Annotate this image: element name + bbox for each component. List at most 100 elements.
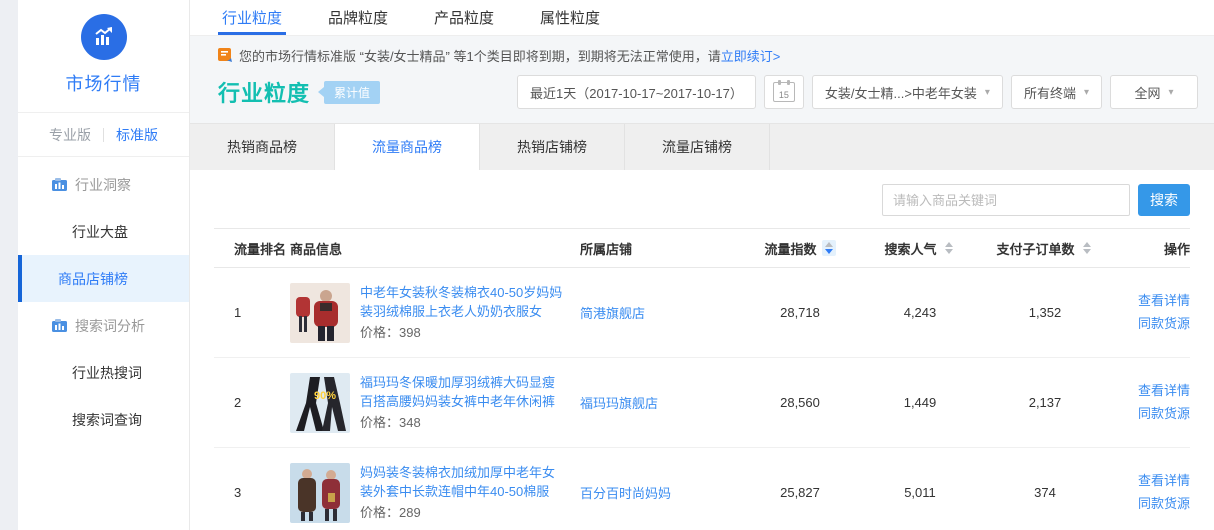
ranking-card: 搜索 流量排名 商品信息 所属店铺 流量指数 搜索人气 支付子订单数 操 [190,170,1214,530]
tab-brand-granularity[interactable]: 品牌粒度 [328,0,388,35]
traffic-index-value: 28,718 [780,305,820,320]
tab-attribute-granularity[interactable]: 属性粒度 [540,0,600,35]
calendar-picker-button[interactable]: 15 [763,75,804,109]
sidebar-item-search-word-query[interactable]: 搜索词查询 [18,396,189,443]
market-chart-logo-icon [80,14,127,60]
sidebar-item-industry-hot-words[interactable]: 行业热搜词 [18,349,189,396]
search-bar: 搜索 [214,170,1190,228]
industry-insight-icon [52,177,67,192]
ranking-tabs: 热销商品榜 流量商品榜 热销店铺榜 流量店铺榜 [190,123,1214,170]
sidebar-item-label: 商品店铺榜 [58,270,128,287]
sidebar-item-label: 行业洞察 [75,176,131,193]
app-title: 市场行情 [65,74,142,94]
product-title-link[interactable]: 中老年女装秋冬装棉衣40-50岁妈妈装羽绒棉服上衣老人奶奶衣服女 [360,284,566,322]
table-row: 3 妈妈装冬装棉衣加绒加厚中老年女装外套中长款连帽中年40-50棉服 价格：28… [214,448,1190,530]
tab-traffic-product-rank[interactable]: 流量商品榜 [335,124,480,170]
tab-hot-product-rank[interactable]: 热销商品榜 [190,124,335,170]
same-supply-link[interactable]: 同款货源 [1105,493,1190,515]
paid-sub-orders-value: 1,352 [1028,305,1062,320]
product-title-link[interactable]: 妈妈装冬装棉衣加绒加厚中老年女装外套中长款连帽中年40-50棉服 [360,464,566,502]
sidebar-item-industry-insight[interactable]: 行业洞察 [18,161,189,208]
sidebar-item-search-word-analysis[interactable]: 搜索词分析 [18,302,189,349]
shop-link[interactable]: 百分百时尚妈妈 [580,483,745,502]
sort-search-popularity-icon[interactable] [942,240,956,256]
tab-industry-granularity[interactable]: 行业粒度 [217,0,287,35]
rank-cell: 1 [234,305,242,320]
operation-cell: 查看详情 同款货源 [1105,290,1190,334]
product-thumbnail[interactable] [290,282,350,343]
sidebar-item-label: 行业大盘 [72,223,128,240]
operation-cell: 查看详情 同款货源 [1105,380,1190,424]
col-operation: 操作 [1163,241,1190,257]
network-select[interactable]: 全网 ▾ [1110,75,1198,109]
shop-link[interactable]: 福玛玛旗舰店 [580,393,745,412]
page-title: 行业粒度 [218,81,311,106]
chevron-down-icon: ▾ [1083,86,1089,98]
chevron-down-icon: ▾ [1168,86,1174,98]
page-header: 行业粒度 累计值 最近1天（2017-10-17~2017-10-17） 15 … [190,67,1214,121]
paid-sub-orders-value: 2,137 [1028,395,1062,410]
sidebar-item-label: 行业热搜词 [72,364,142,381]
version-switcher: 专业版 标准版 [18,113,189,157]
search-popularity-value: 1,449 [903,395,937,410]
sidebar-item-product-shop-rank[interactable]: 商品店铺榜 [18,255,189,302]
sort-traffic-index-icon[interactable] [821,240,836,256]
col-traffic-index[interactable]: 流量指数 [745,239,855,258]
tab-product-granularity[interactable]: 产品粒度 [434,0,494,35]
rank-cell: 3 [234,485,242,500]
chevron-down-icon: ▾ [984,86,990,98]
cumulative-value-badge: 累计值 [318,80,381,104]
view-detail-link[interactable]: 查看详情 [1105,380,1190,402]
app-window: 市场行情 专业版 标准版 行业洞察 行业大盘 商品店铺榜 搜索词分析 行业热搜词… [0,0,1214,530]
search-popularity-value: 5,011 [904,485,936,500]
table-header: 流量排名 商品信息 所属店铺 流量指数 搜索人气 支付子订单数 操作 [214,228,1190,268]
product-price: 价格：348 [360,414,421,430]
view-detail-link[interactable]: 查看详情 [1105,290,1190,312]
notice-document-icon [218,48,233,63]
table-row: 2 90% 福玛玛冬保暖加厚羽绒裤大码显瘦百搭高腰妈妈装女裤中老年休闲裤 价格：… [214,358,1190,448]
col-shop: 所属店铺 [580,241,633,257]
search-button[interactable]: 搜索 [1138,184,1190,216]
tab-traffic-shop-rank[interactable]: 流量店铺榜 [625,124,770,170]
main-content: 行业粒度 品牌粒度 产品粒度 属性粒度 您的市场行情标准版 “女装/女士精品” … [190,0,1214,530]
search-word-analysis-icon [52,318,67,333]
filter-bar: 最近1天（2017-10-17~2017-10-17） 15 女装/女士精...… [517,75,1198,109]
product-info: 中老年女装秋冬装棉衣40-50岁妈妈装羽绒棉服上衣老人奶奶衣服女 价格：398 [360,284,566,341]
search-input[interactable] [882,184,1130,216]
product-thumbnail[interactable] [290,462,350,523]
renew-now-link[interactable]: 立即续订> [721,46,781,65]
col-search-popularity[interactable]: 搜索人气 [855,239,985,258]
notice-text: 您的市场行情标准版 “女装/女士精品” 等1个类目即将到期，到期将无法正常使用，… [239,49,721,64]
sidebar-menu: 行业洞察 行业大盘 商品店铺榜 搜索词分析 行业热搜词 搜索词查询 [18,157,189,443]
product-title-link[interactable]: 福玛玛冬保暖加厚羽绒裤大码显瘦百搭高腰妈妈装女裤中老年休闲裤 [360,374,566,412]
tab-hot-shop-rank[interactable]: 热销店铺榜 [480,124,625,170]
search-popularity-value: 4,243 [903,305,937,320]
terminal-select[interactable]: 所有终端 ▾ [1010,75,1102,109]
rank-cell: 2 [234,395,242,410]
product-price: 价格：398 [360,324,421,340]
category-select[interactable]: 女装/女士精...>中老年女装 ▾ [811,75,1003,109]
col-product: 商品信息 [290,241,343,257]
product-price: 价格：289 [360,504,421,520]
sidebar-item-label: 搜索词查询 [72,411,142,428]
col-paid-sub-orders[interactable]: 支付子订单数 [985,239,1105,258]
same-supply-link[interactable]: 同款货源 [1105,313,1190,335]
sidebar-item-industry-board[interactable]: 行业大盘 [18,208,189,255]
granularity-tabs: 行业粒度 品牌粒度 产品粒度 属性粒度 [190,0,1214,36]
traffic-index-value: 28,560 [780,395,820,410]
sidebar: 市场行情 专业版 标准版 行业洞察 行业大盘 商品店铺榜 搜索词分析 行业热搜词… [18,0,190,530]
view-detail-link[interactable]: 查看详情 [1105,470,1190,492]
sort-paid-sub-orders-icon[interactable] [1080,240,1094,256]
col-rank: 流量排名 [234,241,287,257]
left-gutter [0,0,18,530]
same-supply-link[interactable]: 同款货源 [1105,403,1190,425]
version-standard[interactable]: 标准版 [104,125,170,145]
app-logo-section: 市场行情 [18,0,189,113]
version-pro[interactable]: 专业版 [37,125,103,145]
product-thumbnail[interactable]: 90% [290,372,350,433]
paid-sub-orders-value: 374 [1034,485,1056,500]
product-cell: 中老年女装秋冬装棉衣40-50岁妈妈装羽绒棉服上衣老人奶奶衣服女 价格：398 [290,282,580,343]
shop-link[interactable]: 简港旗舰店 [580,303,745,322]
product-info: 福玛玛冬保暖加厚羽绒裤大码显瘦百搭高腰妈妈装女裤中老年休闲裤 价格：348 [360,374,566,431]
date-range-button[interactable]: 最近1天（2017-10-17~2017-10-17） [517,75,756,109]
